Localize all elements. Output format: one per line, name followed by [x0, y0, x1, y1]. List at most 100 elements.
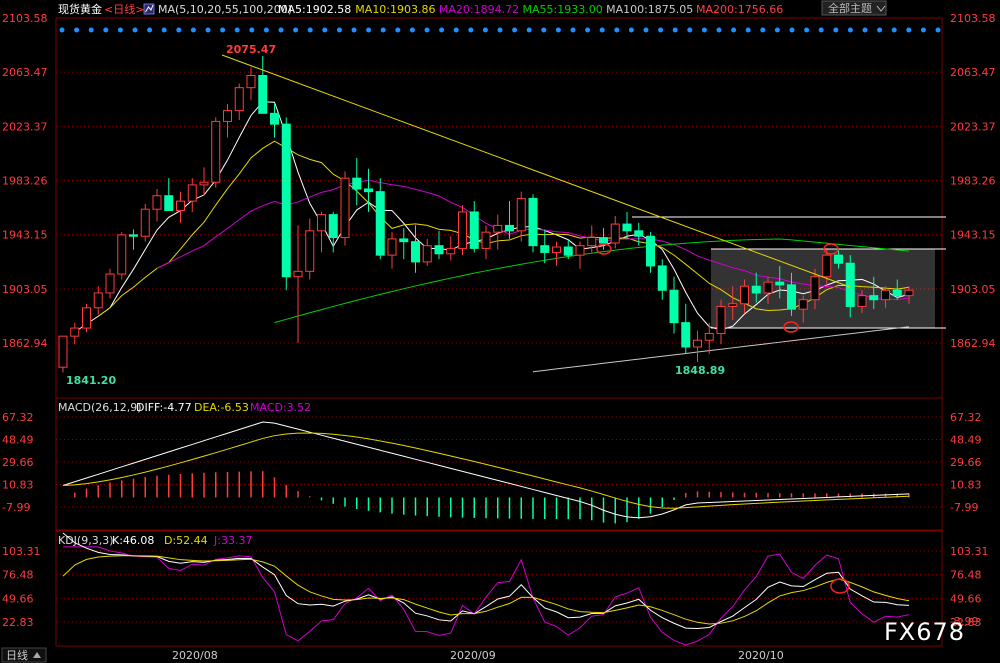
candle-body [892, 289, 902, 297]
price-tick: 2063.47 [950, 66, 996, 79]
date-label-oct: 2020/10 [738, 649, 784, 662]
dot [628, 27, 634, 33]
kdj-tick: 76.48 [950, 569, 982, 582]
dot [409, 27, 415, 33]
price-tick: 2063.47 [2, 66, 48, 79]
dot [424, 27, 430, 33]
candle-body [152, 195, 162, 210]
dot [804, 27, 810, 33]
candle-body [258, 75, 268, 114]
price-tick: 2023.37 [950, 120, 996, 133]
ma-value-0: MA5:1902.58 [278, 3, 351, 16]
candle-body [669, 289, 679, 324]
candle-body [458, 211, 467, 249]
price-tick: 1983.26 [2, 175, 48, 188]
price-tick: 1862.94 [950, 337, 996, 350]
candle-body [704, 332, 714, 341]
candle-body [281, 123, 291, 278]
kdj-tick: 103.31 [950, 545, 989, 558]
macd-tick: 10.83 [950, 479, 982, 492]
candle-body [881, 289, 890, 301]
dot [249, 27, 255, 33]
macd-tick: -7.99 [950, 501, 978, 514]
low-mid-annotation: 1848.89 [675, 364, 725, 377]
candle-body [834, 254, 843, 264]
candle-body [681, 322, 691, 348]
dot [482, 27, 488, 33]
candle-body [610, 223, 620, 244]
candle-body [599, 237, 608, 244]
candle-body [223, 110, 232, 122]
high-annotation: 2075.47 [226, 43, 276, 56]
candle-body [70, 327, 80, 337]
kdj-d: D:52.44 [164, 534, 208, 547]
macd-dea: DEA:-6.53 [194, 401, 249, 414]
dot [920, 27, 926, 33]
dot [278, 27, 284, 33]
dot [395, 27, 401, 33]
dot [935, 27, 941, 33]
macd-panel [55, 397, 943, 531]
candle-body [810, 276, 820, 301]
price-axis-right: 2103.58 2063.47 2023.37 1983.26 1943.15 1903.… [950, 12, 996, 350]
candle-body [657, 265, 667, 291]
candle-body [528, 197, 538, 247]
dot [891, 27, 897, 33]
candle-body [822, 254, 832, 278]
dot [147, 27, 153, 33]
candle-body [469, 211, 479, 249]
date-label-sep: 2020/09 [450, 649, 496, 662]
dot [672, 27, 678, 33]
macd-diff: DIFF:-4.77 [136, 401, 192, 414]
dot [468, 27, 474, 33]
candle-body [869, 295, 879, 301]
candle-body [434, 245, 444, 255]
dot [88, 27, 94, 33]
candle-body [575, 245, 585, 256]
period-tab[interactable]: 日线 [1, 647, 47, 663]
macd-tick: 67.32 [2, 411, 34, 424]
dot [176, 27, 182, 33]
candle-body [293, 270, 303, 278]
price-tick: 1903.05 [2, 283, 48, 296]
dot [906, 27, 912, 33]
dot [701, 27, 707, 33]
kdj-k: K:46.08 [112, 534, 154, 547]
kdj-tick: 22.83 [2, 616, 34, 629]
gold-daily-chart: 现货黄金 <日线> MA(5,10,20,55,100,200) MA5:190… [0, 0, 1000, 663]
price-tick: 1903.05 [950, 283, 996, 296]
candle-body [270, 112, 279, 125]
period-label[interactable]: <日线> [104, 2, 144, 16]
candle-body [775, 281, 785, 286]
candle-body [82, 307, 91, 329]
price-tick: 1862.94 [2, 337, 48, 350]
ma-indicator-icon[interactable] [143, 3, 155, 15]
candle-body [399, 238, 409, 243]
candle-body [411, 241, 420, 263]
candle-body [728, 303, 738, 307]
macd-tick: -7.99 [2, 501, 30, 514]
dot [731, 27, 737, 33]
dot [205, 27, 211, 33]
kdj-tick: 49.66 [2, 592, 34, 605]
candle-body [375, 191, 385, 256]
theme-button[interactable]: 全部主题 [821, 0, 887, 16]
dot [760, 27, 766, 33]
dot-row [59, 27, 941, 33]
candle-body [798, 299, 808, 310]
candle-body [540, 245, 550, 253]
dot [117, 27, 123, 33]
macd-histogram [74, 471, 910, 524]
ma-value-1: MA10:1903.86 [355, 3, 435, 16]
candle-body [505, 224, 514, 232]
price-tick: 2103.58 [950, 12, 996, 25]
macd-tick: 29.66 [950, 456, 982, 469]
candle-body [646, 235, 655, 267]
candle-body [199, 181, 209, 186]
candle-body [693, 339, 702, 348]
dot [585, 27, 591, 33]
candle-body [622, 223, 632, 232]
macd-axis-left: 67.32 48.49 29.66 10.83 -7.99 [2, 411, 34, 514]
dot [526, 27, 532, 33]
candle-body [211, 120, 221, 183]
